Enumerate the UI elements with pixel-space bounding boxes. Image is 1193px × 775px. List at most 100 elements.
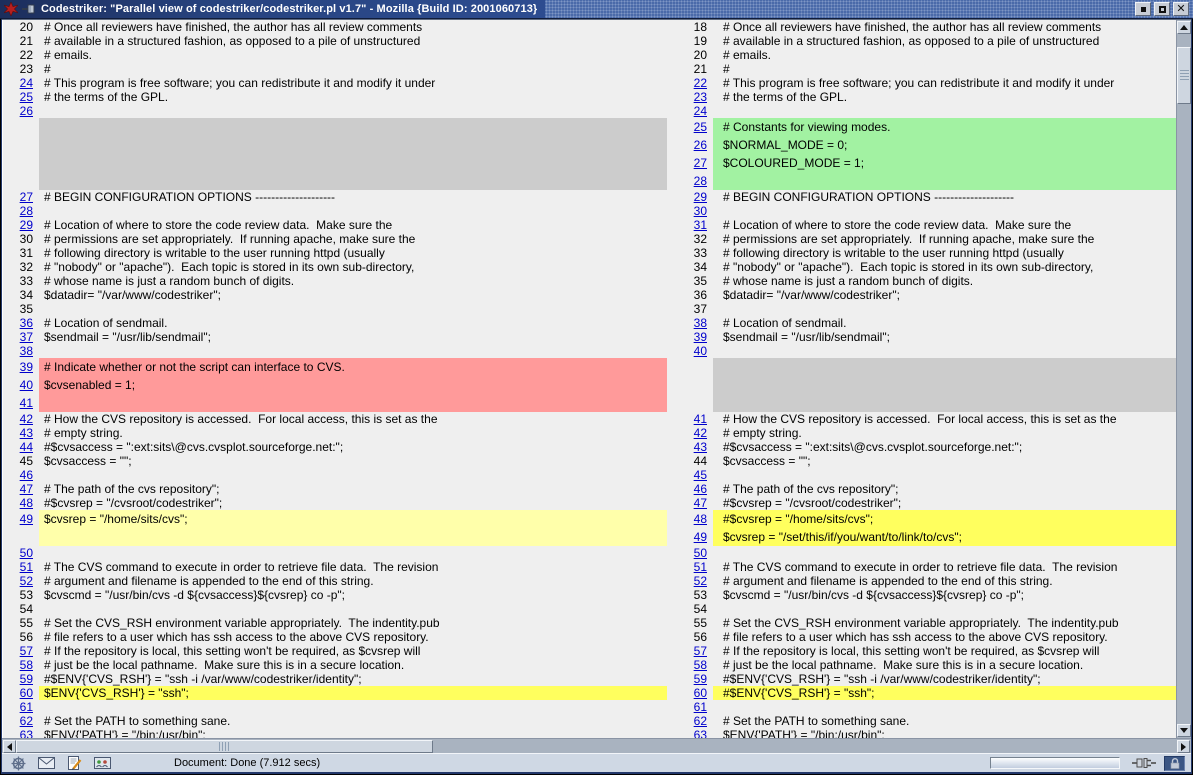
line-number-link[interactable]: 43: [694, 440, 707, 454]
line-number-link[interactable]: 58: [694, 658, 707, 672]
line-number-link[interactable]: 26: [20, 104, 33, 118]
horizontal-scrollbar[interactable]: [2, 738, 1191, 753]
scroll-down-button[interactable]: [1177, 724, 1191, 737]
line-number-link[interactable]: 43: [20, 426, 33, 440]
line-number-link[interactable]: 59: [20, 672, 33, 686]
code-text: # How the CVS repository is accessed. Fo…: [723, 412, 1117, 426]
scroll-up-button[interactable]: [1177, 21, 1191, 34]
line-number-link[interactable]: 51: [694, 560, 707, 574]
line-number-link[interactable]: 60: [20, 686, 33, 700]
line-number-link[interactable]: 24: [20, 76, 33, 90]
line-number-cell: 61: [667, 700, 713, 714]
line-number-link[interactable]: 48: [20, 496, 33, 510]
security-lock-icon[interactable]: [1164, 756, 1185, 771]
line-number-link[interactable]: 44: [20, 440, 33, 454]
line-number-link[interactable]: 39: [694, 330, 707, 344]
line-number-link[interactable]: 41: [694, 412, 707, 426]
address-book-icon[interactable]: [93, 755, 112, 771]
line-number-link[interactable]: 61: [20, 700, 33, 714]
line-number-link[interactable]: 25: [694, 120, 707, 134]
line-number-link[interactable]: 25: [20, 90, 33, 104]
minimize-button[interactable]: [1135, 2, 1151, 16]
online-plug-icon[interactable]: [1132, 757, 1156, 769]
code-text-cell: # Set the PATH to something sane.: [39, 714, 667, 728]
line-number-link[interactable]: 63: [694, 728, 707, 738]
line-number-link[interactable]: 31: [694, 218, 707, 232]
code-text: $sendmail = "/usr/lib/sendmail";: [723, 330, 890, 344]
line-number-link[interactable]: 62: [20, 714, 33, 728]
close-button[interactable]: ✕: [1173, 2, 1189, 16]
line-number-link[interactable]: 27: [694, 156, 707, 170]
line-number-link[interactable]: 46: [20, 468, 33, 482]
line-number-link[interactable]: 47: [20, 482, 33, 496]
line-number-link[interactable]: 57: [694, 644, 707, 658]
line-number-link[interactable]: 28: [694, 174, 707, 188]
line-number-link[interactable]: 22: [694, 76, 707, 90]
line-number-link[interactable]: 40: [694, 344, 707, 358]
line-number-link[interactable]: 37: [20, 330, 33, 344]
code-text-cell: [713, 172, 1176, 190]
code-text-cell: #$cvsrep = "/cvsroot/codestriker";: [713, 496, 1176, 510]
code-text-cell: $cvsenabled = 1;: [39, 376, 667, 394]
code-text-cell: [713, 104, 1176, 118]
window-pin-icon[interactable]: [21, 2, 36, 17]
line-number-cell: 28: [667, 172, 713, 190]
line-number-link[interactable]: 52: [20, 574, 33, 588]
diff-row: 33# whose name is just a random bunch of…: [3, 274, 1176, 288]
line-number-link[interactable]: 49: [694, 530, 707, 544]
line-number-link[interactable]: 52: [694, 574, 707, 588]
line-number-link[interactable]: 29: [20, 218, 33, 232]
line-number-link[interactable]: 58: [20, 658, 33, 672]
code-text-cell: [713, 302, 1176, 316]
diff-row: 47# The path of the cvs repository";46# …: [3, 482, 1176, 496]
line-number-link[interactable]: 60: [694, 686, 707, 700]
line-number-link[interactable]: 26: [694, 138, 707, 152]
mail-icon[interactable]: [37, 755, 56, 771]
vertical-scrollbar-thumb[interactable]: [1177, 47, 1191, 104]
diff-row: 46 45: [3, 468, 1176, 482]
line-number-link[interactable]: 30: [694, 204, 707, 218]
line-number-link[interactable]: 59: [694, 672, 707, 686]
line-number-link[interactable]: 47: [694, 496, 707, 510]
line-number-link[interactable]: 24: [694, 104, 707, 118]
line-number-link[interactable]: 50: [20, 546, 33, 560]
line-number-cell: 46: [3, 468, 39, 482]
line-number-link[interactable]: 38: [694, 316, 707, 330]
code-text-cell: # Set the CVS_RSH environment variable a…: [39, 616, 667, 630]
line-number-link[interactable]: 49: [20, 512, 33, 526]
line-number-link[interactable]: 51: [20, 560, 33, 574]
diff-row: 36# Location of sendmail.38# Location of…: [3, 316, 1176, 330]
line-number-link[interactable]: 61: [694, 700, 707, 714]
line-number-link[interactable]: 36: [20, 316, 33, 330]
line-number-link[interactable]: 39: [20, 360, 33, 374]
navigator-icon[interactable]: [9, 755, 28, 771]
line-number-link[interactable]: 57: [20, 644, 33, 658]
line-number-link[interactable]: 41: [20, 396, 33, 410]
diff-row: 58# just be the local pathname. Make sur…: [3, 658, 1176, 672]
line-number-link[interactable]: 40: [20, 378, 33, 392]
diff-row: 61 61: [3, 700, 1176, 714]
vertical-scrollbar[interactable]: [1176, 20, 1191, 738]
line-number-link[interactable]: 29: [694, 190, 707, 204]
line-number-link[interactable]: 46: [694, 482, 707, 496]
line-number-link[interactable]: 38: [20, 344, 33, 358]
composer-icon[interactable]: [65, 755, 84, 771]
line-number-link[interactable]: 28: [20, 204, 33, 218]
scroll-right-button[interactable]: [1177, 740, 1190, 753]
line-number-link[interactable]: 63: [20, 728, 33, 738]
line-number-link[interactable]: 62: [694, 714, 707, 728]
line-number: 54: [694, 602, 707, 616]
line-number-link[interactable]: 42: [20, 412, 33, 426]
scroll-left-button[interactable]: [3, 740, 16, 753]
code-text-cell: $cvscmd = "/usr/bin/cvs -d ${cvsaccess}$…: [713, 588, 1176, 602]
line-number-link[interactable]: 23: [694, 90, 707, 104]
code-text: # file refers to a user which has ssh ac…: [44, 630, 429, 644]
code-text: $sendmail = "/usr/lib/sendmail";: [44, 330, 211, 344]
line-number-link[interactable]: 27: [20, 190, 33, 204]
line-number-link[interactable]: 42: [694, 426, 707, 440]
horizontal-scrollbar-thumb[interactable]: [16, 740, 433, 753]
line-number-link[interactable]: 48: [694, 512, 707, 526]
maximize-button[interactable]: [1154, 2, 1170, 16]
line-number-link[interactable]: 45: [694, 468, 707, 482]
line-number-link[interactable]: 50: [694, 546, 707, 560]
